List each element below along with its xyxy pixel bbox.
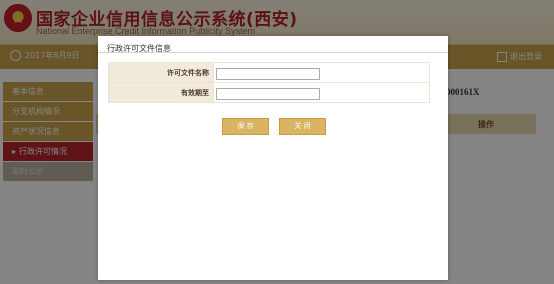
license-form: 许可文件名称 有效期至 — [108, 62, 430, 103]
valid-until-input[interactable] — [216, 87, 320, 100]
close-button[interactable]: 关 闭 — [279, 118, 326, 135]
dialog-title-bar: 行政许可文件信息 — [98, 36, 448, 53]
license-file-name-input[interactable] — [216, 67, 320, 80]
form-row: 许可文件名称 — [108, 62, 430, 83]
form-row: 有效期至 — [108, 82, 430, 103]
license-file-dialog: 行政许可文件信息 许可文件名称 有效期至 保 存关 闭 — [98, 36, 448, 280]
valid-until-label: 有效期至 — [108, 82, 214, 103]
save-button[interactable]: 保 存 — [222, 118, 269, 135]
dialog-button-row: 保 存关 闭 — [222, 113, 336, 135]
license-file-name-label: 许可文件名称 — [108, 62, 214, 83]
dialog-title: 行政许可文件信息 — [107, 44, 171, 53]
